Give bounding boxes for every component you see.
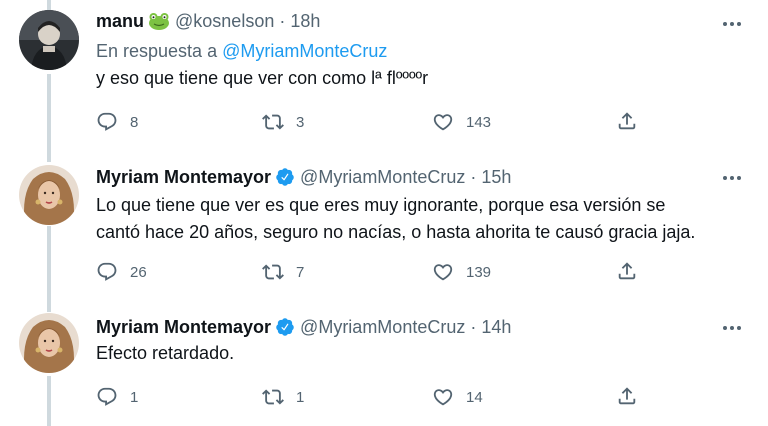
separator-dot: · xyxy=(470,316,477,337)
reply-context: En respuesta a @MyriamMonteCruz xyxy=(96,41,387,62)
share-icon xyxy=(618,262,636,280)
tweet-text-line: Lo que tiene que ver es que eres muy ign… xyxy=(96,195,666,215)
author-name[interactable]: Myriam Montemayor xyxy=(96,317,271,338)
tweet-3[interactable]: Myriam Montemayor @MyriamMonteCruz · 14h… xyxy=(0,310,768,426)
separator-dot: · xyxy=(470,166,477,187)
heart-icon xyxy=(433,264,453,281)
retweet-count: 1 xyxy=(296,388,305,406)
like-button[interactable]: 139 xyxy=(432,260,491,284)
tweet-text-line: Efecto retardado. xyxy=(96,343,235,363)
frog-emoji-icon xyxy=(148,12,170,30)
separator-dot: · xyxy=(279,10,286,31)
reply-icon xyxy=(97,262,117,281)
retweet-icon xyxy=(262,114,284,130)
share-button[interactable] xyxy=(616,110,638,132)
reply-icon xyxy=(97,387,117,406)
retweet-icon xyxy=(262,389,284,405)
verified-badge-icon xyxy=(275,317,295,337)
reply-button[interactable]: 26 xyxy=(96,260,147,284)
avatar-manu[interactable] xyxy=(19,10,79,70)
retweet-count: 7 xyxy=(296,263,305,281)
heart-icon xyxy=(433,114,453,131)
tweet-text: Lo que tiene que ver es que eres muy ign… xyxy=(96,192,695,246)
share-button[interactable] xyxy=(616,385,638,407)
reply-icon xyxy=(97,112,117,131)
heart-icon xyxy=(433,389,453,406)
reply-prefix: En respuesta a xyxy=(96,41,223,61)
reply-count: 1 xyxy=(130,388,139,406)
tweet-2[interactable]: Myriam Montemayor @MyriamMonteCruz · 15h… xyxy=(0,160,768,310)
reply-mention-link[interactable]: @MyriamMonteCruz xyxy=(222,41,387,61)
tweet-2-header: Myriam Montemayor @MyriamMonteCruz · 15h xyxy=(96,165,511,189)
timestamp[interactable]: 14h xyxy=(481,317,511,338)
reply-button[interactable]: 1 xyxy=(96,385,138,409)
reply-count: 8 xyxy=(130,113,139,131)
retweet-button[interactable]: 1 xyxy=(262,385,304,409)
author-handle[interactable]: @MyriamMonteCruz xyxy=(300,317,465,338)
action-bar: 8 3 143 xyxy=(96,110,656,134)
retweet-count: 3 xyxy=(296,113,305,131)
author-handle[interactable]: @kosnelson xyxy=(175,11,274,32)
avatar-myriam[interactable] xyxy=(19,165,79,225)
like-count: 143 xyxy=(466,113,492,131)
like-button[interactable]: 14 xyxy=(432,385,483,409)
tweet-text: y eso que tiene que ver con como lª flºº… xyxy=(96,65,428,92)
share-button[interactable] xyxy=(616,260,638,282)
tweet-1-header: manu @kosnelson · 18h xyxy=(96,9,320,33)
author-name[interactable]: Myriam Montemayor xyxy=(96,167,271,188)
action-bar: 26 7 139 xyxy=(96,260,656,284)
author-name[interactable]: manu xyxy=(96,11,144,32)
timestamp[interactable]: 15h xyxy=(481,167,511,188)
retweet-icon xyxy=(262,264,284,280)
tweet-1[interactable]: manu @kosnelson · 18h En respuesta a @My… xyxy=(0,0,768,160)
action-bar: 1 1 14 xyxy=(96,385,656,409)
like-count: 14 xyxy=(466,388,483,406)
more-icon[interactable] xyxy=(718,14,746,34)
reply-button[interactable]: 8 xyxy=(96,110,138,134)
share-icon xyxy=(618,112,636,130)
retweet-button[interactable]: 3 xyxy=(262,110,304,134)
timestamp[interactable]: 18h xyxy=(290,11,320,32)
reply-count: 26 xyxy=(130,263,147,281)
more-icon[interactable] xyxy=(718,168,746,188)
like-count: 139 xyxy=(466,263,492,281)
author-handle[interactable]: @MyriamMonteCruz xyxy=(300,167,465,188)
tweet-3-header: Myriam Montemayor @MyriamMonteCruz · 14h xyxy=(96,315,511,339)
more-icon[interactable] xyxy=(718,318,746,338)
verified-badge-icon xyxy=(275,167,295,187)
tweet-text: Efecto retardado. xyxy=(96,340,234,367)
retweet-button[interactable]: 7 xyxy=(262,260,304,284)
share-icon xyxy=(618,387,636,405)
tweet-text-line: cantó hace 20 años, seguro no nacías, o … xyxy=(96,222,696,242)
like-button[interactable]: 143 xyxy=(432,110,491,134)
tweet-text-line: y eso que tiene que ver con como lª flºº… xyxy=(96,68,429,88)
avatar-myriam[interactable] xyxy=(19,313,79,373)
